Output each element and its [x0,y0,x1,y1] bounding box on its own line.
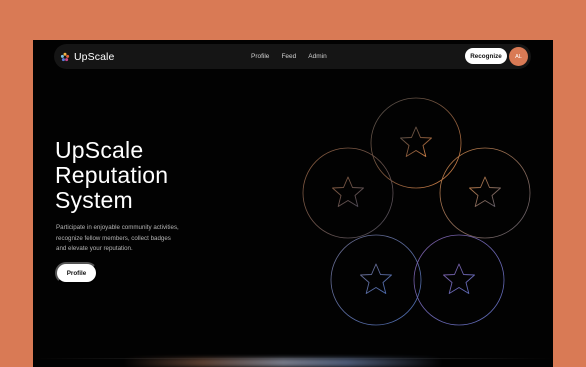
badge-bottom-left [330,234,422,326]
hero-title: UpScale Reputation System [55,138,225,213]
badge-right [439,147,531,239]
profile-cta-button[interactable]: Profile [55,262,98,284]
star-badges-illustration [302,97,531,326]
hero-description-line: Participate in enjoyable community activ… [56,224,179,231]
badge-left [302,147,394,239]
app-frame: UpScale Profile Feed Admin Recognize AL … [33,40,553,367]
hero-description: Participate in enjoyable community activ… [56,223,226,255]
nav-link-feed[interactable]: Feed [281,53,296,60]
brand-name: UpScale [74,50,115,63]
badge-top [370,97,462,189]
gradient-glow [123,358,443,367]
top-navbar: UpScale Profile Feed Admin Recognize AL [54,44,531,69]
hero-description-line: and elevate your reputation. [56,245,133,252]
hero-title-line: Reputation [55,162,169,188]
badge-bottom-right [413,234,505,326]
hero-title-line: System [55,187,133,213]
hero-title-line: UpScale [55,137,144,163]
recognize-button[interactable]: Recognize [465,48,507,64]
user-avatar[interactable]: AL [509,47,528,66]
nav-link-profile[interactable]: Profile [251,53,269,60]
nav-link-admin[interactable]: Admin [308,53,326,60]
hero-description-line: recognize fellow members, collect badges [56,234,171,242]
nav-links: Profile Feed Admin [251,44,327,69]
brand[interactable]: UpScale [60,44,114,69]
sparkle-logo-icon [60,52,70,61]
